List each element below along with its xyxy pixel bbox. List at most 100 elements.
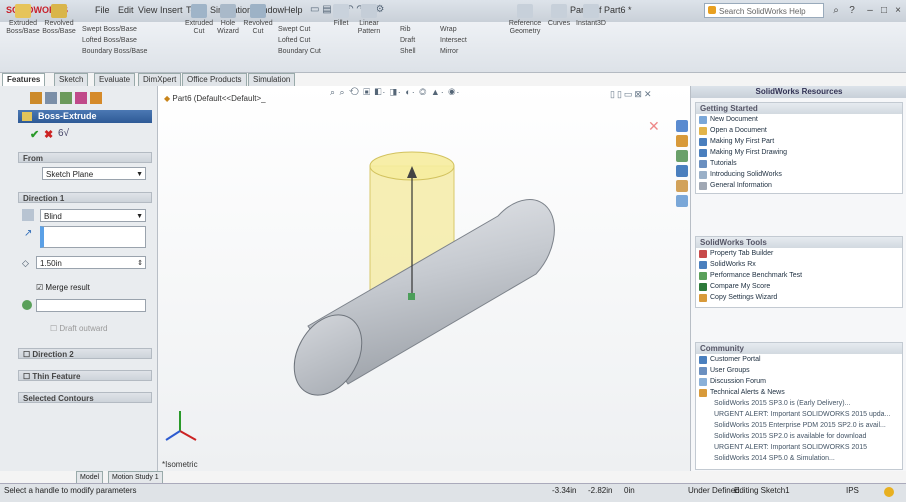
reverse-direction-icon[interactable] <box>22 209 34 221</box>
thin-feature-section-header[interactable]: ☐ Thin Feature <box>18 370 152 381</box>
view-palette-tab-icon[interactable] <box>676 165 688 177</box>
open-document-link[interactable]: Open a Document <box>696 125 902 136</box>
triad-x-axis <box>179 430 197 441</box>
extruded-cut-button[interactable]: Extruded Cut <box>184 4 214 36</box>
tab-features[interactable]: Features <box>2 73 46 87</box>
first-drawing-link[interactable]: Making My First Drawing <box>696 147 902 158</box>
help-icon[interactable]: ? <box>846 5 858 17</box>
maximize-icon[interactable]: □ <box>878 5 890 17</box>
property-tab-builder-link[interactable]: Property Tab Builder <box>696 248 902 259</box>
spinner-icon[interactable]: ⇕ <box>137 257 143 270</box>
draft-button[interactable]: Draft <box>400 37 415 44</box>
shell-button[interactable]: Shell <box>400 48 416 55</box>
revolved-boss-button[interactable]: Revolved Boss/Base <box>42 4 76 36</box>
benchmark-link[interactable]: Performance Benchmark Test <box>696 270 902 281</box>
news-item[interactable]: SolidWorks 2015 SP3.0 is (Early Delivery… <box>696 398 902 409</box>
first-part-link[interactable]: Making My First Part <box>696 136 902 147</box>
draft-outward-checkbox[interactable]: ☐ Draft outward <box>50 324 107 333</box>
depth-field[interactable]: 1.50in ⇕ <box>36 256 146 269</box>
minimize-icon[interactable]: – <box>864 5 876 17</box>
mirror-button[interactable]: Mirror <box>440 48 458 55</box>
swept-cut-button[interactable]: Swept Cut <box>278 26 310 33</box>
boundary-boss-button[interactable]: Boundary Boss/Base <box>82 48 147 55</box>
end-condition-select[interactable]: Blind ▼ <box>40 209 146 222</box>
discussion-forum-link[interactable]: Discussion Forum <box>696 376 902 387</box>
instant3d-button[interactable]: Instant3D <box>574 4 608 28</box>
wrap-button[interactable]: Wrap <box>440 26 457 33</box>
direction-vector-field[interactable] <box>40 226 146 248</box>
introducing-link[interactable]: Introducing SolidWorks <box>696 169 902 180</box>
new-document-link[interactable]: New Document <box>696 114 902 125</box>
news-item[interactable]: SolidWorks 2014 SP5.0 & Simulation... <box>696 453 902 464</box>
feature-manager-icon[interactable] <box>30 92 42 104</box>
tab-dimxpert[interactable]: DimXpert <box>138 73 182 87</box>
swept-boss-button[interactable]: Swept Boss/Base <box>82 26 137 33</box>
design-library-tab-icon[interactable] <box>676 135 688 147</box>
merge-result-checkbox[interactable]: ☑ Merge result <box>36 283 90 292</box>
technical-alerts-link[interactable]: Technical Alerts & News <box>696 387 902 398</box>
menu-file[interactable]: File <box>95 5 110 15</box>
tab-office-products[interactable]: Office Products <box>182 73 247 87</box>
menu-insert[interactable]: Insert <box>160 5 183 15</box>
intersect-button[interactable]: Intersect <box>440 37 467 44</box>
getting-started-header[interactable]: Getting Started <box>696 103 902 114</box>
lofted-boss-button[interactable]: Lofted Boss/Base <box>82 37 137 44</box>
curves-button[interactable]: Curves <box>546 4 572 28</box>
search-go-icon[interactable]: ⌕ <box>830 5 842 17</box>
custom-properties-tab-icon[interactable] <box>676 195 688 207</box>
reference-geometry-button[interactable]: Reference Geometry <box>506 4 544 36</box>
solidworks-rx-link[interactable]: SolidWorks Rx <box>696 259 902 270</box>
selected-contours-section-header[interactable]: Selected Contours <box>18 392 152 403</box>
solidworks-tools-header[interactable]: SolidWorks Tools <box>696 237 902 248</box>
direction2-section-header[interactable]: ☐ Direction 2 <box>18 348 152 359</box>
copy-settings-link[interactable]: Copy Settings Wizard <box>696 292 902 303</box>
draft-icon <box>22 300 32 310</box>
status-indicator-icon[interactable] <box>884 487 894 497</box>
search-input[interactable]: Search SolidWorks Help <box>704 3 824 18</box>
config-manager-icon[interactable] <box>60 92 72 104</box>
tab-sketch[interactable]: Sketch <box>54 73 89 87</box>
menu-help[interactable]: Help <box>284 5 303 15</box>
news-item[interactable]: URGENT ALERT: Important SOLIDWORKS 2015 <box>696 442 902 453</box>
news-item[interactable]: SolidWorks 2015 SP2.0 is available for d… <box>696 431 902 442</box>
revolved-cut-button[interactable]: Revolved Cut <box>243 4 273 36</box>
community-header[interactable]: Community <box>696 343 902 354</box>
hole-wizard-button[interactable]: Hole Wizard <box>215 4 241 36</box>
tab-evaluate[interactable]: Evaluate <box>94 73 136 87</box>
news-item[interactable]: URGENT ALERT: Important SOLIDWORKS 2015 … <box>696 409 902 420</box>
fillet-button[interactable]: Fillet <box>330 4 352 28</box>
menu-view[interactable]: View <box>138 5 157 15</box>
compare-score-link[interactable]: Compare My Score <box>696 281 902 292</box>
cancel-icon[interactable]: ✖ <box>44 128 53 141</box>
customer-portal-link[interactable]: Customer Portal <box>696 354 902 365</box>
ok-icon[interactable]: ✔ <box>30 128 39 141</box>
tutorials-link[interactable]: Tutorials <box>696 158 902 169</box>
cut-revolve-icon <box>250 4 266 18</box>
display-manager-icon[interactable] <box>90 92 102 104</box>
resources-tab-icon[interactable] <box>676 120 688 132</box>
pm-title: Boss-Extrude <box>18 110 152 123</box>
user-groups-link[interactable]: User Groups <box>696 365 902 376</box>
status-units[interactable]: IPS <box>846 486 859 495</box>
close-icon[interactable]: × <box>892 5 904 17</box>
rib-button[interactable]: Rib <box>400 26 411 33</box>
tab-simulation[interactable]: Simulation <box>248 73 296 87</box>
detailed-preview-icon[interactable]: 6√ <box>58 128 69 139</box>
dimxpert-manager-icon[interactable] <box>75 92 87 104</box>
extruded-boss-button[interactable]: Extruded Boss/Base <box>6 4 40 36</box>
new-document-icon <box>699 116 707 124</box>
general-info-link[interactable]: General Information <box>696 180 902 191</box>
linear-pattern-button[interactable]: Linear Pattern <box>354 4 384 36</box>
direction1-section-header[interactable]: Direction 1 <box>18 192 152 203</box>
property-manager-icon[interactable] <box>45 92 57 104</box>
appearances-tab-icon[interactable] <box>676 180 688 192</box>
menu-edit[interactable]: Edit <box>118 5 134 15</box>
draft-angle-field[interactable] <box>36 299 146 312</box>
from-select[interactable]: Sketch Plane ▼ <box>42 167 146 180</box>
from-section-header[interactable]: From <box>18 152 152 163</box>
model-geometry[interactable] <box>158 86 690 471</box>
file-explorer-tab-icon[interactable] <box>676 150 688 162</box>
boundary-cut-button[interactable]: Boundary Cut <box>278 48 321 55</box>
lofted-cut-button[interactable]: Lofted Cut <box>278 37 310 44</box>
news-item[interactable]: SolidWorks 2015 Enterprise PDM 2015 SP2.… <box>696 420 902 431</box>
